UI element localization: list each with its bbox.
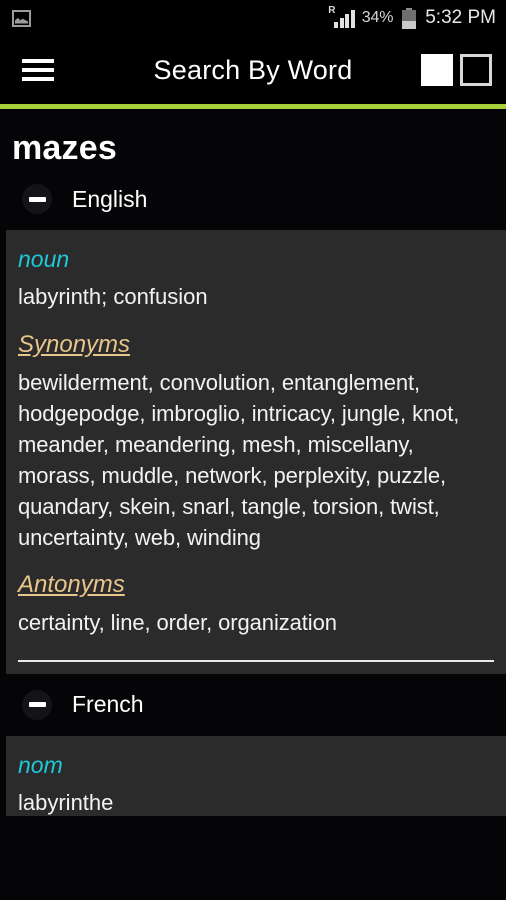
part-of-speech-english: noun <box>18 246 70 272</box>
definition-french: labyrinthe <box>18 789 114 815</box>
hamburger-line-3 <box>22 77 54 81</box>
antonyms-heading[interactable]: Antonyms <box>18 571 125 599</box>
status-bar: R 34% 5:32 PM <box>0 0 506 36</box>
synonyms-heading[interactable]: Synonyms <box>18 331 130 359</box>
minus-icon[interactable] <box>22 689 52 720</box>
battery-icon <box>402 7 417 29</box>
app-bar-actions <box>421 54 492 86</box>
card-bottom-spacer <box>16 662 496 674</box>
language-header-english[interactable]: English <box>0 168 506 230</box>
signal-bar-1 <box>334 22 339 28</box>
clock-label: 5:32 PM <box>425 7 496 28</box>
hamburger-line-2 <box>22 68 54 72</box>
status-bar-right: R 34% 5:32 PM <box>328 5 496 29</box>
outlined-square-button[interactable] <box>460 54 492 86</box>
signal-bar-4 <box>350 10 355 28</box>
app-bar: Search By Word <box>0 36 506 104</box>
minus-icon[interactable] <box>22 184 52 214</box>
image-notification-icon <box>12 9 31 27</box>
entry-card-french: nom labyrinthe <box>6 735 506 817</box>
roaming-indicator: R <box>328 5 336 16</box>
signal-bar-3 <box>345 14 350 28</box>
antonyms-list: certainty, line, order, organization <box>18 609 337 635</box>
content-scroll-area[interactable]: mazes English noun labyrinth; confusion … <box>0 109 506 900</box>
entry-word: mazes <box>12 129 117 167</box>
entry-card-english: noun labyrinth; confusion Synonyms bewil… <box>6 230 506 674</box>
signal-bar-2 <box>339 18 344 28</box>
definition-english: labyrinth; confusion <box>18 284 208 309</box>
language-label-french: French <box>72 691 144 718</box>
filled-square-button[interactable] <box>421 54 453 86</box>
hamburger-line-1 <box>22 59 54 63</box>
battery-fill <box>402 21 417 29</box>
battery-percent-label: 34% <box>361 9 394 26</box>
status-bar-left <box>12 9 329 27</box>
signal-bars-icon: R <box>328 5 355 28</box>
part-of-speech-french: nom <box>18 751 63 778</box>
battery-body <box>402 9 417 29</box>
hamburger-menu-icon[interactable] <box>22 55 56 85</box>
synonyms-list: bewilderment, convolution, entanglement,… <box>18 369 460 550</box>
language-header-french[interactable]: French <box>0 674 506 736</box>
language-label-english: English <box>72 185 148 212</box>
